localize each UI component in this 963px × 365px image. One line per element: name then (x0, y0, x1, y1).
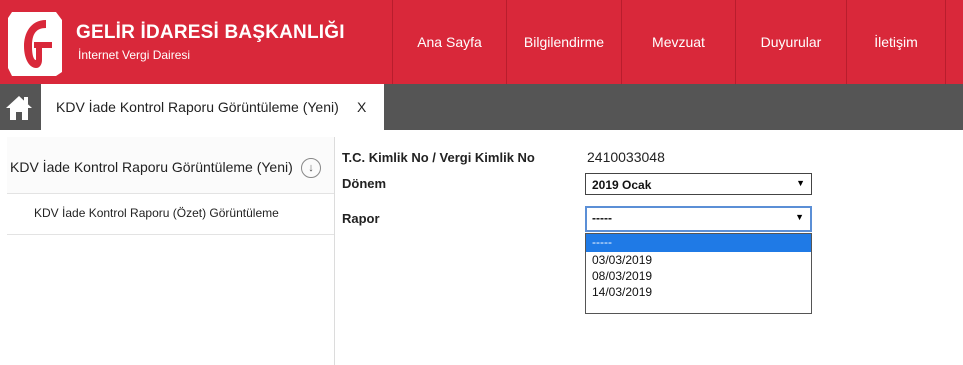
rapor-option[interactable]: 14/03/2019 (586, 284, 811, 300)
nav-divider (945, 0, 946, 84)
donem-select[interactable]: 2019 Ocak ▼ (585, 173, 812, 195)
sidebar-item-kdv-iade-yeni[interactable]: KDV İade Kontrol Raporu Görüntüleme (Yen… (7, 137, 334, 194)
rapor-dropdown-list: ----- 03/03/2019 08/03/2019 14/03/2019 (585, 233, 812, 314)
nav-bilgilendirme[interactable]: Bilgilendirme (506, 0, 621, 84)
tab-bar: KDV İade Kontrol Raporu Görüntüleme (Yen… (0, 84, 963, 130)
home-icon[interactable] (4, 93, 34, 123)
nav-mevzuat[interactable]: Mevzuat (621, 0, 735, 84)
rapor-label: Rapor (342, 211, 380, 226)
sidebar-item-label: KDV İade Kontrol Raporu (Özet) Görüntüle… (34, 206, 279, 220)
brand-title: GELİR İDARESİ BAŞKANLIĞI (76, 22, 345, 43)
chevron-down-icon: ▼ (796, 178, 805, 188)
rapor-select[interactable]: ----- ▼ (585, 206, 812, 232)
gib-logo-icon[interactable] (6, 6, 64, 78)
tab-close-button[interactable]: X (357, 99, 366, 115)
chevron-down-icon: ▼ (795, 212, 804, 222)
tc-value: 2410033048 (587, 149, 665, 165)
brand-subtitle: İnternet Vergi Dairesi (78, 48, 191, 62)
tab-kdv-iade-kontrol[interactable]: KDV İade Kontrol Raporu Görüntüleme (Yen… (41, 84, 384, 130)
donem-select-value: 2019 Ocak (592, 178, 652, 192)
tab-label: KDV İade Kontrol Raporu Görüntüleme (Yen… (56, 99, 339, 115)
rapor-option[interactable]: 03/03/2019 (586, 252, 811, 268)
nav-ana-sayfa[interactable]: Ana Sayfa (392, 0, 506, 84)
sidebar: KDV İade Kontrol Raporu Görüntüleme (Yen… (7, 137, 335, 365)
rapor-option[interactable]: 08/03/2019 (586, 268, 811, 284)
tc-label: T.C. Kimlik No / Vergi Kimlik No (342, 150, 535, 165)
nav-iletisim[interactable]: İletişim (846, 0, 945, 84)
donem-label: Dönem (342, 176, 387, 191)
arrow-down-circle-icon[interactable]: ↓ (301, 158, 321, 178)
sidebar-item-kdv-iade-ozet[interactable]: KDV İade Kontrol Raporu (Özet) Görüntüle… (7, 195, 334, 235)
nav-duyurular[interactable]: Duyurular (735, 0, 846, 84)
top-header: GELİR İDARESİ BAŞKANLIĞI İnternet Vergi … (0, 0, 963, 84)
rapor-select-value: ----- (592, 211, 612, 225)
main-nav: Ana Sayfa Bilgilendirme Mevzuat Duyurula… (392, 0, 945, 84)
rapor-option[interactable]: ----- (586, 234, 811, 252)
sidebar-item-label: KDV İade Kontrol Raporu Görüntüleme (Yen… (10, 159, 293, 175)
